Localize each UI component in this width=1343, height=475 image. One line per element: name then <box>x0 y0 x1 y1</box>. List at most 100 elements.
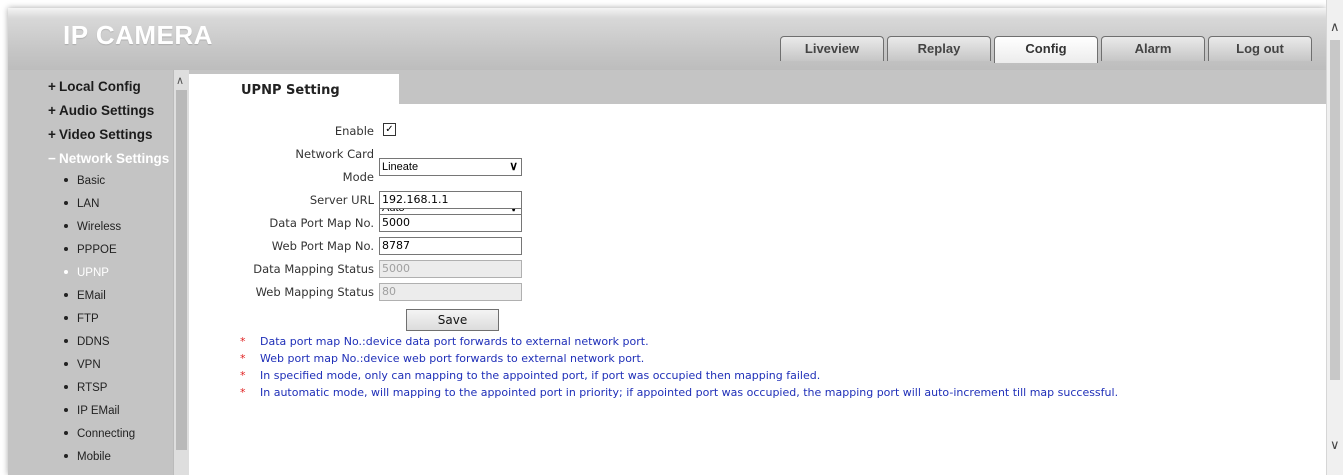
enable-checkbox[interactable]: ✓ <box>383 123 396 136</box>
bullet-icon <box>64 315 68 320</box>
sidebar-item-label: Basic <box>77 175 106 187</box>
sidebar-item-label: UPNP <box>77 267 109 279</box>
chevron-up-icon[interactable]: ∧ <box>1330 20 1340 35</box>
menu-video-settings[interactable]: + Video Settings <box>48 127 153 142</box>
tab-liveview[interactable]: Liveview <box>780 36 884 61</box>
asterisk-icon: * <box>240 369 246 382</box>
bullet-icon <box>64 430 68 435</box>
sidebar-item-ip-email[interactable]: IP EMail <box>64 405 120 417</box>
sidebar-item-email[interactable]: EMail <box>64 290 106 302</box>
sidebar-item-label: DDNS <box>77 336 110 348</box>
sidebar-item-pppoe[interactable]: PPPOE <box>64 244 117 256</box>
note-automatic-mode: * In automatic mode, will mapping to the … <box>240 386 1118 399</box>
save-button[interactable]: Save <box>406 309 499 331</box>
window-scrollbar[interactable]: ∧ ∨ <box>1326 0 1343 475</box>
content-area: UPNP Setting Enable ✓ Network Card Linea… <box>189 70 1326 475</box>
note-specified-mode: * In specified mode, only can mapping to … <box>240 369 820 382</box>
asterisk-icon: * <box>240 386 246 399</box>
web-status-field: 80 <box>379 283 522 301</box>
note-text: Web port map No.:device web port forward… <box>260 352 645 365</box>
bullet-icon <box>64 292 68 297</box>
web-status-label: Web Mapping Status <box>255 285 374 299</box>
bullet-icon <box>64 384 68 389</box>
bullet-icon <box>64 177 68 182</box>
chevron-up-icon[interactable]: ∧ <box>176 74 184 87</box>
sidebar-item-connecting[interactable]: Connecting <box>64 428 135 440</box>
note-text: In automatic mode, will mapping to the a… <box>260 386 1119 399</box>
menu-network-settings[interactable]: − Network Settings <box>48 151 169 166</box>
menu-label: Network Settings <box>59 151 170 166</box>
bullet-icon <box>64 453 68 458</box>
tab-config[interactable]: Config <box>994 36 1098 63</box>
sidebar-item-ddns[interactable]: DDNS <box>64 336 110 348</box>
network-card-value: Lineate <box>382 161 419 173</box>
asterisk-icon: * <box>240 335 246 348</box>
bullet-icon <box>64 223 68 228</box>
sidebar-item-label: EMail <box>77 290 106 302</box>
mode-row: Mode <box>189 168 374 186</box>
menu-label: Video Settings <box>59 127 153 142</box>
web-port-label: Web Port Map No. <box>271 239 374 253</box>
sidebar-item-lan[interactable]: LAN <box>64 198 99 210</box>
asterisk-icon: * <box>240 352 246 365</box>
data-port-row: Data Port Map No. <box>189 214 374 232</box>
web-status-row: Web Mapping Status <box>189 283 374 301</box>
note-text: Data port map No.:device data port forwa… <box>260 335 649 348</box>
mode-label: Mode <box>342 170 374 184</box>
server-url-row: Server URL <box>189 191 374 209</box>
data-port-label: Data Port Map No. <box>269 216 374 230</box>
data-status-field: 5000 <box>379 260 522 278</box>
menu-local-config[interactable]: + Local Config <box>48 79 141 94</box>
expand-icon: + <box>48 127 56 142</box>
sidebar-item-mobile[interactable]: Mobile <box>64 451 111 463</box>
tab-alarm[interactable]: Alarm <box>1101 36 1205 61</box>
bullet-icon <box>64 269 68 274</box>
sidebar-item-label: PPPOE <box>77 244 117 256</box>
sidebar-scrollbar[interactable]: ∧ <box>173 70 189 475</box>
web-port-input[interactable]: 8787 <box>379 237 522 255</box>
sidebar-item-label: RTSP <box>77 382 108 394</box>
chevron-down-icon[interactable]: ∨ <box>1330 438 1340 453</box>
sidebar-item-label: Wireless <box>77 221 122 233</box>
note-web-port: * Web port map No.:device web port forwar… <box>240 352 644 365</box>
sidebar-item-label: Mobile <box>77 451 111 463</box>
note-text: In specified mode, only can mapping to t… <box>260 369 821 382</box>
upnp-settings-panel: Enable ✓ Network Card Lineate∨ Mode Auto… <box>189 104 1326 475</box>
bullet-icon <box>64 246 68 251</box>
enable-label: Enable <box>334 124 374 138</box>
data-status-label: Data Mapping Status <box>253 262 374 276</box>
sidebar-item-upnp[interactable]: UPNP <box>64 267 109 279</box>
server-url-label: Server URL <box>309 193 374 207</box>
sidebar-item-label: VPN <box>77 359 101 371</box>
sidebar-item-label: Connecting <box>77 428 136 440</box>
sidebar-scroll-thumb[interactable] <box>176 90 187 450</box>
sidebar-item-label: IP EMail <box>77 405 120 417</box>
sidebar-item-basic[interactable]: Basic <box>64 175 105 187</box>
note-data-port: * Data port map No.:device data port forw… <box>240 335 649 348</box>
network-card-select[interactable]: Lineate ∨ <box>379 158 522 176</box>
app-logo: IP CAMERA <box>63 20 213 50</box>
app-window: IP CAMERA Liveview Replay Config Alarm L… <box>8 8 1326 475</box>
web-port-row: Web Port Map No. <box>189 237 374 255</box>
sidebar-item-label: FTP <box>77 313 99 325</box>
menu-audio-settings[interactable]: + Audio Settings <box>48 103 154 118</box>
sidebar-item-rtsp[interactable]: RTSP <box>64 382 107 394</box>
tab-upnp-setting[interactable]: UPNP Setting <box>189 74 399 104</box>
expand-icon: + <box>48 103 56 118</box>
enable-row: Enable <box>189 122 374 140</box>
tab-logout[interactable]: Log out <box>1208 36 1312 61</box>
page-title: UPNP Setting <box>241 83 340 98</box>
data-status-row: Data Mapping Status <box>189 260 374 278</box>
collapse-icon: − <box>48 151 56 166</box>
data-port-input[interactable]: 5000 <box>379 214 522 232</box>
sidebar-item-vpn[interactable]: VPN <box>64 359 101 371</box>
sidebar-item-ftp[interactable]: FTP <box>64 313 99 325</box>
bullet-icon <box>64 200 68 205</box>
window-scroll-thumb[interactable] <box>1330 40 1340 380</box>
header-bar: IP CAMERA Liveview Replay Config Alarm L… <box>8 8 1326 70</box>
bullet-icon <box>64 361 68 366</box>
sidebar-item-wireless[interactable]: Wireless <box>64 221 121 233</box>
tab-replay[interactable]: Replay <box>887 36 991 61</box>
server-url-input[interactable]: 192.168.1.1 <box>379 191 522 209</box>
bullet-icon <box>64 338 68 343</box>
